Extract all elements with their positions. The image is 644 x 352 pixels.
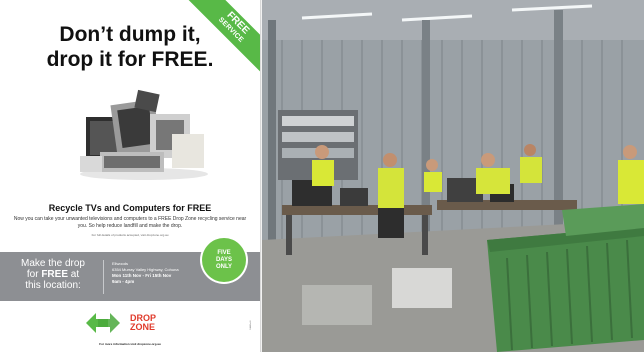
poster-side-code: CoMMs/v5 bbox=[250, 320, 252, 330]
logo-wordmark: DROP ZONE bbox=[130, 314, 156, 332]
logo-line-2: ZONE bbox=[130, 322, 156, 332]
poster-fineprint: For full details of products accepted, v… bbox=[91, 233, 169, 237]
badge-line-2: DAYS bbox=[215, 256, 233, 263]
make-the-drop-line-1: Make the drop bbox=[21, 258, 85, 269]
five-days-only-badge: FIVE DAYS ONLY bbox=[202, 238, 246, 282]
badge-line-3: ONLY bbox=[215, 263, 233, 270]
location-divider bbox=[103, 260, 104, 294]
ewaste-pile-illustration bbox=[80, 89, 208, 180]
make-the-drop-text: Make the drop for FREE at this location: bbox=[8, 258, 98, 291]
line2-part-c: at bbox=[68, 269, 80, 280]
image-frame: Don’t dump it, drop it for FREE. FREE SE… bbox=[0, 0, 644, 352]
recycling-poster: Don’t dump it, drop it for FREE. FREE SE… bbox=[0, 0, 260, 352]
recycle-arrows-icon bbox=[86, 313, 120, 333]
make-the-drop-line-2: for FREE at bbox=[8, 269, 98, 280]
make-the-drop-line-3: this location: bbox=[25, 280, 81, 291]
headline-line-2: drop it for FREE. bbox=[46, 48, 214, 71]
badge-line-1: FIVE bbox=[217, 249, 231, 256]
poster-subhead: Recycle TVs and Computers for FREE bbox=[48, 203, 212, 213]
line2-part-a: for bbox=[26, 269, 42, 280]
line2-free: FREE bbox=[41, 269, 68, 280]
poster-footer-note: For more information visit dropzone.org.… bbox=[99, 342, 161, 346]
drop-zone-logo: DROP ZONE bbox=[80, 308, 180, 338]
warehouse-recycling-photo bbox=[262, 0, 644, 352]
poster-body-copy: Now you can take your unwanted televisio… bbox=[13, 216, 247, 229]
